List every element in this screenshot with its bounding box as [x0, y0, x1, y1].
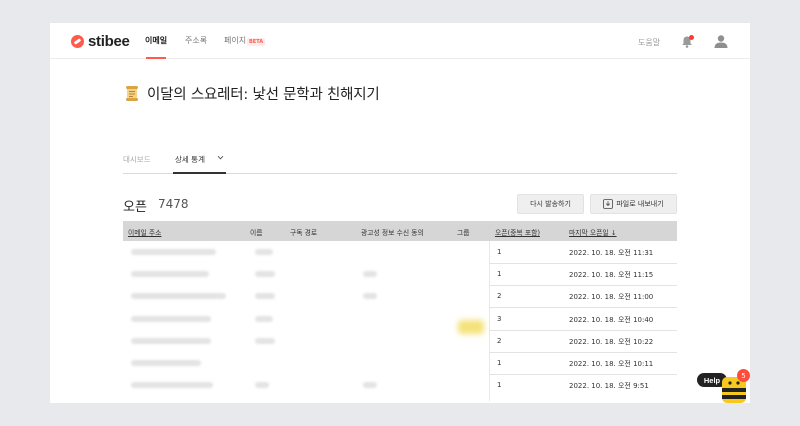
blurred-email [131, 359, 201, 366]
opens-cell: 1 [497, 358, 502, 367]
table-row[interactable]: 3 2022. 10. 18. 오전 10:40 [123, 308, 677, 331]
tab-detailed-stats[interactable]: 상세 통계 [175, 154, 205, 165]
blurred-email [131, 271, 209, 278]
blurred-email [131, 293, 226, 300]
opens-cell: 2 [497, 336, 502, 345]
blurred-name [255, 382, 269, 389]
last-open-cell: 2022. 10. 18. 오전 11:31 [569, 249, 654, 257]
col-source[interactable]: 구독 경로 [290, 227, 317, 237]
col-opens[interactable]: 오픈(중복 포함) [495, 227, 540, 237]
blurred-email [131, 337, 211, 344]
col-group[interactable]: 그룹 [457, 227, 470, 237]
opens-table: 이메일 주소 이름 구독 경로 광고성 정보 수신 동의 그룹 오픈(중복 포함… [123, 221, 677, 401]
opens-cell: 1 [497, 248, 502, 256]
opens-cell: 2 [497, 292, 502, 301]
blurred-name [255, 315, 273, 322]
blurred-consent [363, 293, 377, 300]
download-icon [603, 199, 614, 209]
table-row[interactable]: 1 2022. 10. 18. 오전 11:15 [123, 263, 677, 287]
chevron-down-icon[interactable] [217, 154, 224, 161]
export-button[interactable]: 파일로 내보내기 [590, 194, 677, 214]
section-label: 오픈 [123, 200, 147, 215]
stibee-logo-icon [71, 34, 84, 48]
user-icon[interactable] [714, 34, 728, 48]
blurred-email [131, 382, 213, 389]
opens-cell: 1 [497, 270, 502, 279]
last-open-cell: 2022. 10. 18. 오전 11:15 [569, 271, 654, 280]
scroll-icon [126, 86, 138, 101]
opens-cell: 3 [497, 314, 502, 323]
last-open-cell: 2022. 10. 18. 오전 11:00 [569, 293, 654, 302]
app-frame: stibee 이메일 주소록 페이지 BETA 도움말 이달의 스요레터: 낯선… [50, 23, 750, 403]
blurred-consent [363, 271, 377, 278]
blurred-name [255, 337, 275, 344]
table-row[interactable]: 1 2022. 10. 18. 오전 10:11 [123, 352, 677, 375]
last-open-cell: 2022. 10. 18. 오전 10:40 [569, 315, 654, 324]
blurred-name [255, 293, 275, 300]
page-title: 이달의 스요레터: 낯선 문학과 친해지기 [147, 87, 380, 103]
last-open-cell: 2022. 10. 18. 오전 9:51 [569, 382, 649, 391]
last-open-cell: 2022. 10. 18. 오전 10:22 [569, 337, 654, 346]
nav-page[interactable]: 페이지 [224, 35, 246, 46]
nav-active-indicator [146, 57, 166, 59]
blurred-name [255, 249, 273, 255]
top-nav: stibee 이메일 주소록 페이지 BETA 도움말 [50, 23, 750, 59]
blurred-email [131, 249, 216, 255]
tab-active-indicator [173, 172, 226, 174]
tab-dashboard[interactable]: 대시보드 [123, 154, 151, 165]
table-row[interactable]: 1 2022. 10. 18. 오전 9:51 [123, 374, 677, 396]
nav-email[interactable]: 이메일 [145, 35, 167, 46]
blurred-name [255, 271, 275, 278]
tab-bar: 대시보드 상세 통계 [123, 150, 677, 174]
col-last-open[interactable]: 마지막 오픈일 ↓ [569, 227, 617, 237]
col-ad-consent[interactable]: 광고성 정보 수신 동의 [361, 227, 424, 237]
export-button-label: 파일로 내보내기 [616, 200, 664, 208]
help-link[interactable]: 도움말 [638, 37, 660, 48]
notification-dot [689, 35, 694, 40]
col-email[interactable]: 이메일 주소 [128, 227, 161, 237]
col-name[interactable]: 이름 [250, 227, 263, 237]
title-row: 이달의 스요레터: 낯선 문학과 친해지기 [125, 83, 380, 104]
table-row[interactable]: 1 2022. 10. 18. 오전 11:31 [123, 241, 677, 264]
help-label: Help [703, 375, 721, 385]
blurred-consent [363, 382, 377, 389]
stibee-logo[interactable]: stibee [71, 32, 130, 50]
table-row[interactable]: 2 2022. 10. 18. 오전 10:22 [123, 330, 677, 353]
table-header: 이메일 주소 이름 구독 경로 광고성 정보 수신 동의 그룹 오픈(중복 포함… [123, 221, 677, 241]
resend-button-label: 다시 발송하기 [530, 200, 571, 208]
blurred-email [131, 315, 211, 322]
table-row[interactable]: 2 2022. 10. 18. 오전 11:00 [123, 285, 677, 309]
logo-text: stibee [88, 32, 130, 50]
open-count: 7478 [158, 197, 189, 211]
resend-button[interactable]: 다시 발송하기 [517, 194, 584, 214]
help-notification-badge: 5 [737, 369, 750, 382]
opens-cell: 1 [497, 381, 502, 390]
last-open-cell: 2022. 10. 18. 오전 10:11 [569, 359, 654, 368]
nav-address-book[interactable]: 주소록 [185, 35, 207, 46]
beta-badge: BETA [247, 38, 266, 46]
